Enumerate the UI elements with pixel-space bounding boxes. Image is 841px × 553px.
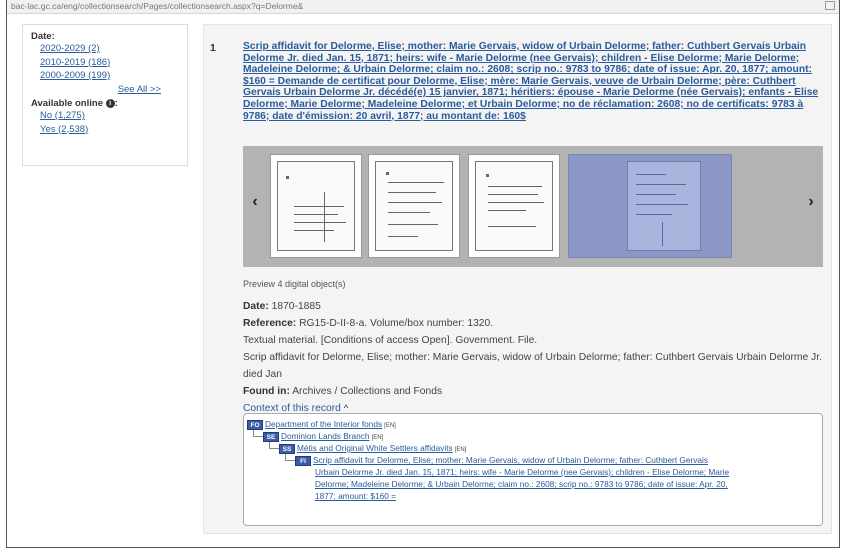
- date-facet-header: Date:: [31, 31, 55, 42]
- reference-row: Reference: RG15-D-II-8-a. Volume/box num…: [243, 315, 828, 332]
- image-carousel: ‹ ›: [243, 146, 823, 267]
- tree-link-file-line-1[interactable]: Scrip affidavit for Delorme, Elise; moth…: [313, 455, 708, 465]
- address-bar[interactable]: bac-lac.gc.ca/eng/collectionsearch/Pages…: [7, 0, 839, 14]
- found-in-row: Found in: Archives / Collections and Fon…: [243, 383, 828, 400]
- tree-link-series[interactable]: Dominion Lands Branch: [281, 431, 370, 441]
- thumbnail-3[interactable]: [468, 154, 560, 258]
- date-facet-2000[interactable]: 2000-2009 (199): [31, 69, 179, 83]
- lang-tag: [EN]: [384, 423, 396, 429]
- file-level-icon: FI: [295, 455, 311, 466]
- online-facet-header: Available online i:: [31, 98, 118, 109]
- reader-view-icon[interactable]: [825, 1, 835, 10]
- date-facet-2010[interactable]: 2010-2019 (186): [31, 56, 179, 70]
- date-value: 1870-1885: [271, 301, 321, 312]
- tree-link-file-line-4[interactable]: 1877; amount: $160 =: [315, 491, 396, 501]
- description-summary: Scrip affidavit for Delorme, Elise; moth…: [243, 352, 822, 380]
- tree-link-file-line-3[interactable]: Delorme; Madeleine Delorme; & Urbain Del…: [315, 479, 728, 489]
- date-row: Date: 1870-1885: [243, 298, 828, 315]
- context-tree: FO Department of the Interior fonds [EN] S…: [243, 413, 823, 526]
- document-page-icon: [627, 161, 701, 251]
- tree-link-subseries[interactable]: Métis and Original White Settlers affida…: [297, 443, 453, 453]
- tree-node-file[interactable]: FI Scrip affidavit for Delorme, Elise; mo…: [295, 454, 819, 502]
- record-metadata: Date: 1870-1885 Reference: RG15-D-II-8-a…: [243, 298, 828, 417]
- thumbnail-1[interactable]: [270, 154, 362, 258]
- online-facet-yes[interactable]: Yes (2,538): [31, 123, 179, 137]
- date-facet-2020[interactable]: 2020-2029 (2): [31, 42, 179, 56]
- tree-link-file-line-2[interactable]: Urbain Delorme Jr. died Jan. 15, 1871; h…: [315, 467, 729, 477]
- fonds-level-icon: FO: [247, 419, 263, 430]
- thumbnail-2[interactable]: [368, 154, 460, 258]
- description-type: Textual material. [Conditions of access …: [243, 335, 538, 346]
- online-facet-no[interactable]: No (1,275): [31, 109, 179, 123]
- carousel-next-button[interactable]: ›: [803, 190, 819, 214]
- preview-count: Preview 4 digital object(s): [243, 279, 346, 289]
- info-icon[interactable]: i: [105, 98, 115, 108]
- subseries-level-icon: SS: [279, 443, 295, 454]
- lang-tag: [EN]: [371, 435, 384, 441]
- see-all-link[interactable]: See All >>: [31, 83, 179, 97]
- tree-link-fonds[interactable]: Department of the Interior fonds: [265, 419, 382, 429]
- reference-label: Reference:: [243, 318, 297, 329]
- document-page-icon: [375, 161, 453, 251]
- found-in-label: Found in:: [243, 386, 290, 397]
- carousel-prev-button[interactable]: ‹: [247, 190, 263, 214]
- result-title-link[interactable]: Scrip affidavit for Delorme, Elise; moth…: [243, 41, 823, 122]
- url-text: bac-lac.gc.ca/eng/collectionsearch/Pages…: [11, 1, 304, 11]
- date-label: Date:: [243, 301, 269, 312]
- found-in-value: Archives / Collections and Fonds: [292, 386, 443, 397]
- reference-value: RG15-D-II-8-a. Volume/box number: 1320.: [299, 318, 494, 329]
- thumbnail-4[interactable]: [568, 154, 732, 258]
- facet-sidebar: Date: 2020-2029 (2) 2010-2019 (186) 2000…: [22, 24, 188, 166]
- lang-tag: [EN]: [454, 447, 467, 453]
- document-page-icon: [475, 161, 553, 251]
- document-page-icon: [277, 161, 355, 251]
- result-number: 1: [210, 42, 216, 54]
- online-facet-label: Available online: [31, 98, 103, 109]
- series-level-icon: SE: [263, 431, 279, 442]
